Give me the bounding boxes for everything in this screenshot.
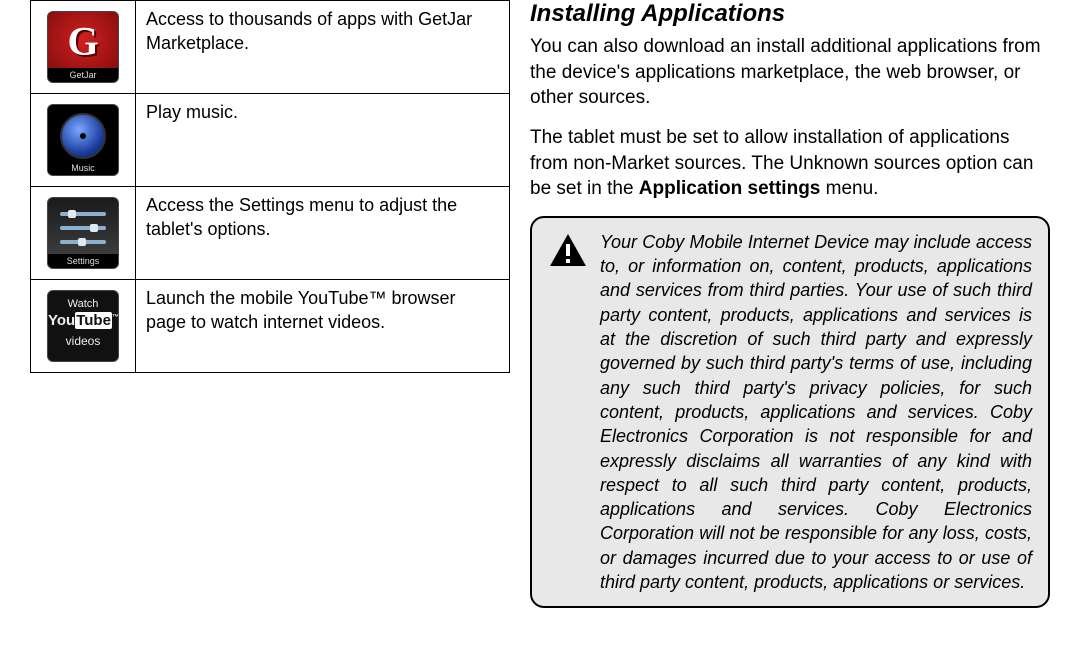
table-row: Music Play music. xyxy=(31,94,510,187)
app-icon-cell-settings: Settings xyxy=(31,187,136,280)
app-icon-cell-youtube: Watch YouTube™ videos xyxy=(31,280,136,373)
app-desc-settings: Access the Settings menu to adjust the t… xyxy=(136,187,510,280)
paragraph-2: The tablet must be set to allow installa… xyxy=(530,125,1050,202)
paragraph-1: You can also download an install additio… xyxy=(530,34,1050,111)
app-icon-cell-getjar: GetJar xyxy=(31,1,136,94)
table-row: GetJar Access to thousands of apps with … xyxy=(31,1,510,94)
apps-table: GetJar Access to thousands of apps with … xyxy=(30,0,510,373)
section-heading: Installing Applications xyxy=(530,0,1050,28)
icon-label: Music xyxy=(48,161,118,175)
app-desc-music: Play music. xyxy=(136,94,510,187)
warning-callout: Your Coby Mobile Internet Device may inc… xyxy=(530,216,1050,608)
music-icon: Music xyxy=(47,104,119,176)
icon-label: GetJar xyxy=(48,68,118,82)
youtube-icon: Watch YouTube™ videos xyxy=(47,290,119,362)
getjar-icon: GetJar xyxy=(47,11,119,83)
app-icon-cell-music: Music xyxy=(31,94,136,187)
table-row: Settings Access the Settings menu to adj… xyxy=(31,187,510,280)
app-desc-youtube: Launch the mobile YouTube™ browser page … xyxy=(136,280,510,373)
icon-label: Settings xyxy=(48,254,118,268)
app-desc-getjar: Access to thousands of apps with GetJar … xyxy=(136,1,510,94)
table-row: Watch YouTube™ videos Launch the mobile … xyxy=(31,280,510,373)
settings-icon: Settings xyxy=(47,197,119,269)
application-settings-label: Application settings xyxy=(639,178,821,199)
warning-icon xyxy=(548,230,588,594)
warning-text: Your Coby Mobile Internet Device may inc… xyxy=(600,230,1032,594)
